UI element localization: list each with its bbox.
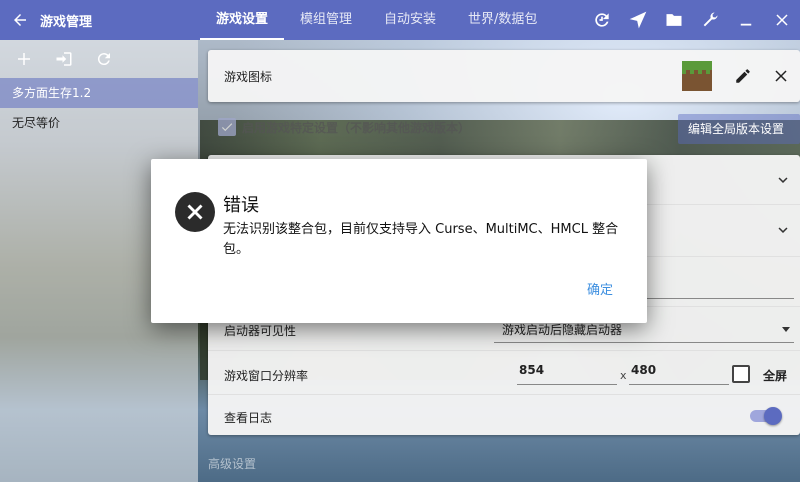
close-icon [187, 204, 203, 220]
dialog-title: 错误 [223, 195, 259, 216]
error-dialog: 错误 无法识别该整合包，目前仅支持导入 Curse、MultiMC、HMCL 整… [151, 159, 647, 323]
dialog-message: 无法识别该整合包，目前仅支持导入 Curse、MultiMC、HMCL 整合包。 [223, 222, 619, 257]
ok-button[interactable]: 确定 [587, 279, 613, 298]
error-icon [175, 192, 215, 232]
